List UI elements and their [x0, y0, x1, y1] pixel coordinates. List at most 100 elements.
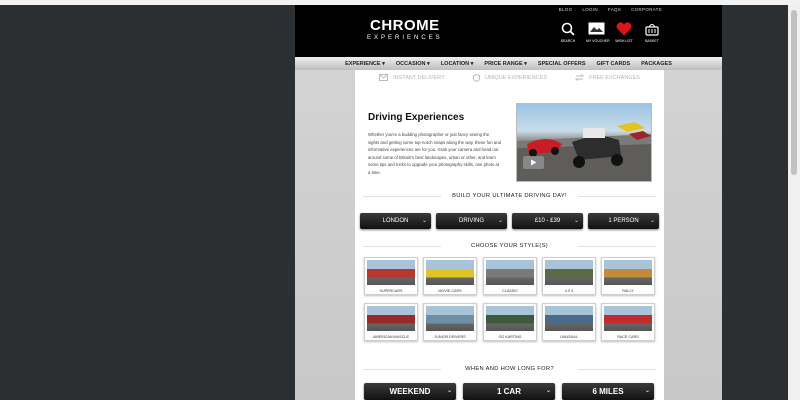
intro-block: Driving Experiences Whether you're a bud…	[368, 112, 501, 177]
nav-special-offers[interactable]: SPECIAL OFFERS	[538, 61, 586, 67]
style-tile-image	[426, 306, 474, 331]
usp-free-exchanges-label: FREE EXCHANGES	[589, 74, 640, 81]
nav-experience-label: EXPERIENCE	[345, 60, 381, 67]
style-tile-label: RACE CARS	[617, 335, 639, 339]
style-tile-image	[604, 306, 652, 331]
nav-price-range-label: PRICE RANGE	[484, 60, 523, 67]
people-dropdown[interactable]: 1 PERSON ⌄	[588, 213, 659, 229]
style-tile-image	[545, 260, 593, 285]
style-tile-image	[486, 306, 534, 331]
basket-icon	[642, 20, 662, 37]
style-tile-go-karting[interactable]: GO KARTING	[483, 303, 537, 341]
wish-list-label: WISH LIST	[615, 39, 633, 43]
exchange-icon	[575, 74, 585, 81]
price-dropdown[interactable]: £10 - £39 ⌄	[512, 213, 583, 229]
style-tile-image	[367, 260, 415, 285]
location-dropdown[interactable]: LONDON ⌄	[360, 213, 431, 229]
envelope-icon	[379, 74, 389, 81]
nav-occasion-label: OCCASION	[395, 60, 426, 67]
search-label: SEARCH	[560, 39, 576, 43]
experience-type-value: DRIVING	[458, 218, 484, 224]
chevron-down-icon: ⌄	[497, 218, 503, 224]
heart-icon	[614, 20, 634, 37]
style-tile-label: SUPERCARS	[379, 289, 403, 293]
play-button[interactable]	[523, 156, 544, 169]
util-link-faqs[interactable]: FAQS	[608, 7, 621, 12]
location-value: LONDON	[382, 218, 409, 224]
shield-icon	[472, 73, 480, 82]
nav-price-range[interactable]: PRICE RANGE ▾	[484, 61, 527, 67]
nav-location[interactable]: LOCATION ▾	[441, 61, 474, 67]
util-link-blog[interactable]: BLOG	[559, 7, 573, 12]
style-tile-label: AMERICAN MUSCLE	[373, 335, 409, 339]
chevron-down-icon: ⌄	[644, 388, 650, 394]
style-tile-supercars[interactable]: SUPERCARS	[364, 257, 418, 295]
basket-button[interactable]: BASKET	[642, 20, 662, 43]
style-tile-classic[interactable]: CLASSIC	[483, 257, 537, 295]
usp-unique-experiences-label: UNIQUE EXPERIENCES	[484, 74, 547, 81]
search-icon	[558, 20, 578, 37]
style-tile-unusual[interactable]: UNUSUAL	[542, 303, 596, 341]
when-title: WHEN AND HOW LONG FOR?	[355, 366, 664, 372]
style-tile-american-muscle[interactable]: AMERICAN MUSCLE	[364, 303, 418, 341]
utility-links: BLOG LOGIN FAQS CORPORATE	[559, 7, 662, 12]
usp-instant-delivery-label: INSTANT DELIVERY	[393, 74, 445, 81]
style-tile-race-cars[interactable]: RACE CARS	[601, 303, 655, 341]
style-tile-image	[426, 260, 474, 285]
nav-packages[interactable]: PACKAGES	[641, 61, 672, 67]
content-panel: INSTANT DELIVERY UNIQUE EXPERIENCES FREE…	[355, 70, 664, 400]
my-voucher-button[interactable]: MY VOUCHER	[586, 20, 610, 43]
style-tile-4-x-4[interactable]: 4 X 4	[542, 257, 596, 295]
style-tile-label: 4 X 4	[564, 289, 574, 293]
cars-dropdown[interactable]: 1 CAR ⌄	[463, 383, 555, 400]
people-value: 1 PERSON	[608, 218, 639, 224]
style-tile-label: GO KARTING	[498, 335, 522, 339]
util-link-login[interactable]: LOGIN	[582, 7, 598, 12]
distance-dropdown[interactable]: 6 MILES ⌄	[562, 383, 654, 400]
intro-text: Whether you're a budding photographer or…	[368, 132, 501, 175]
chevron-down-icon: ⌄	[446, 388, 452, 394]
page-title: Driving Experiences	[368, 112, 465, 123]
logo[interactable]: CHROME EXPERIENCES	[367, 17, 443, 41]
chevron-down-icon: ⌄	[421, 218, 427, 224]
nav-occasion[interactable]: OCCASION ▾	[396, 61, 430, 67]
my-voucher-label: MY VOUCHER	[586, 39, 610, 43]
build-title: BUILD YOUR ULTIMATE DRIVING DAY!	[355, 193, 664, 199]
usp-unique-experiences: UNIQUE EXPERIENCES	[472, 73, 547, 82]
logo-title: CHROME	[370, 17, 440, 34]
wish-list-button[interactable]: WISH LIST	[614, 20, 634, 43]
experience-type-dropdown[interactable]: DRIVING ⌄	[436, 213, 507, 229]
chevron-down-icon: ⌄	[573, 218, 579, 224]
site-header: BLOG LOGIN FAQS CORPORATE CHROME EXPERIE…	[295, 5, 722, 57]
style-tile-label: MOVIE CARS	[438, 289, 462, 293]
main-nav: EXPERIENCE ▾ OCCASION ▾ LOCATION ▾ PRICE…	[295, 57, 722, 70]
scrollbar-thumb[interactable]	[791, 10, 797, 175]
basket-label: BASKET	[645, 39, 659, 43]
style-tile-image	[545, 306, 593, 331]
style-tile-image	[367, 306, 415, 331]
style-tile-movie-cars[interactable]: MOVIE CARS	[423, 257, 477, 295]
when-dropdown[interactable]: WEEKEND ⌄	[364, 383, 456, 400]
logo-subtitle: EXPERIENCES	[367, 35, 443, 41]
style-tile-image	[486, 260, 534, 285]
search-button[interactable]: SEARCH	[558, 20, 578, 43]
usp-free-exchanges: FREE EXCHANGES	[575, 74, 640, 81]
style-tile-label: RALLY	[622, 289, 634, 293]
style-tile-label: UNUSUAL	[560, 335, 578, 339]
nav-experience[interactable]: EXPERIENCE ▾	[345, 61, 385, 67]
hero-video[interactable]	[516, 103, 652, 182]
style-tile-label: JUNIOR DRIVERS	[434, 335, 466, 339]
nav-gift-cards[interactable]: GIFT CARDS	[597, 61, 631, 67]
style-tile-junior-drivers[interactable]: JUNIOR DRIVERS	[423, 303, 477, 341]
chevron-down-icon: ⌄	[545, 388, 551, 394]
header-icons: SEARCH MY VOUCHER WISH LIST BASKET	[558, 20, 662, 43]
usp-instant-delivery: INSTANT DELIVERY	[379, 74, 445, 81]
voucher-icon	[586, 20, 606, 37]
util-link-corporate[interactable]: CORPORATE	[631, 7, 662, 12]
when-value: WEEKEND	[389, 387, 431, 396]
styles-title: CHOOSE YOUR STYLE(S)	[355, 243, 664, 249]
scrollbar[interactable]	[788, 5, 800, 400]
style-tile-image	[604, 260, 652, 285]
style-tile-rally[interactable]: RALLY	[601, 257, 655, 295]
nav-location-label: LOCATION	[440, 60, 470, 67]
